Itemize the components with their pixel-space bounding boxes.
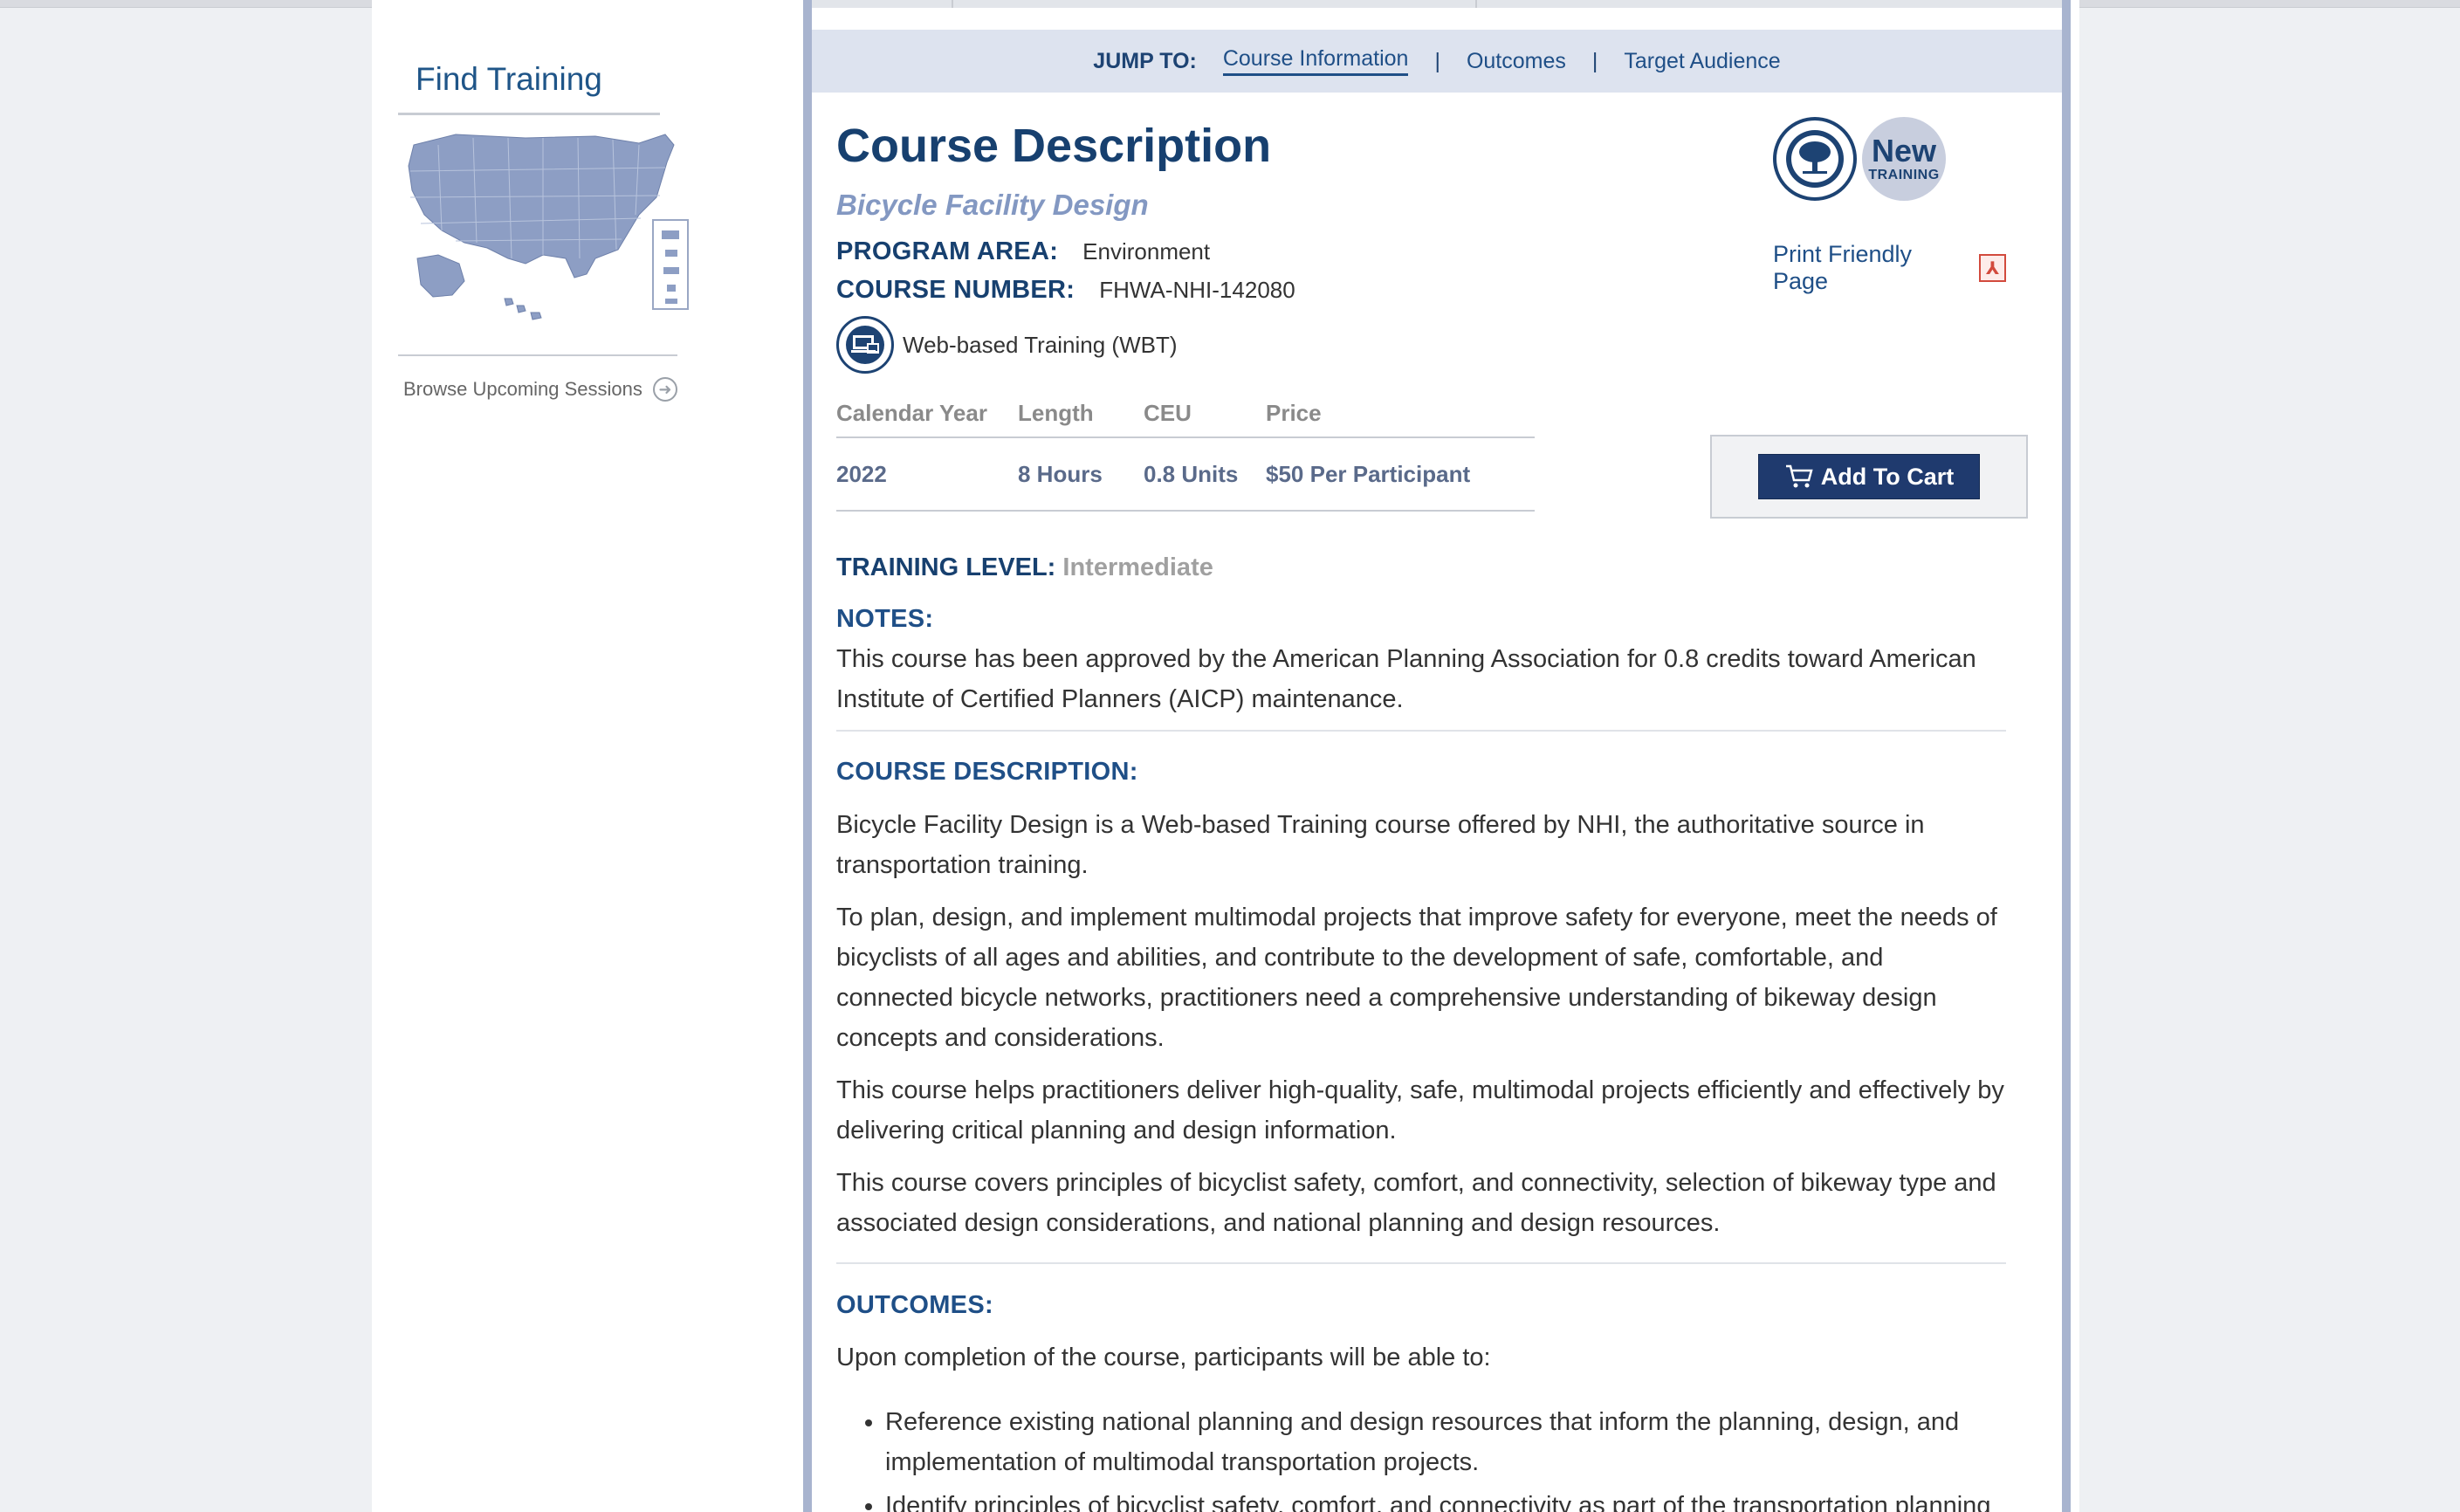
description-paragraph: This course covers principles of bicycli… xyxy=(836,1169,1996,1237)
print-friendly-page-link[interactable]: Print Friendly Page ⅄ xyxy=(1773,241,2006,295)
sidebar-divider xyxy=(398,113,660,115)
delivery-label: Web-based Training (WBT) xyxy=(903,331,1178,358)
list-item: Identify principles of bicyclist safety,… xyxy=(885,1486,2006,1512)
notes-heading: NOTES: xyxy=(836,605,934,633)
page-container: Find Training Browse Upcoming Sessions ➜… xyxy=(372,0,2079,1512)
col-length: Length xyxy=(1018,400,1094,426)
description-paragraph: To plan, design, and implement multimoda… xyxy=(836,904,1997,1052)
main-panel: JUMP TO: Course Information | Outcomes |… xyxy=(803,0,2071,1512)
jump-to-bar: JUMP TO: Course Information | Outcomes |… xyxy=(812,30,2062,93)
sidebar-divider xyxy=(398,354,677,356)
cell-ceu: 0.8 Units xyxy=(1144,460,1239,487)
find-training-title[interactable]: Find Training xyxy=(416,61,602,98)
program-area-row: PROGRAM AREA: Environment xyxy=(836,237,1210,266)
browse-upcoming-sessions-link[interactable]: Browse Upcoming Sessions ➜ xyxy=(403,375,677,403)
course-description-heading: COURSE DESCRIPTION: xyxy=(836,758,1138,786)
web-training-icon xyxy=(836,316,894,374)
badge-group: New TRAINING xyxy=(1773,117,1946,201)
course-subtitle: Bicycle Facility Design xyxy=(836,189,1149,221)
cell-length: 8 Hours xyxy=(1018,460,1103,487)
cell-price: $50 Per Participant xyxy=(1266,460,1471,487)
col-ceu: CEU xyxy=(1144,400,1192,426)
col-price: Price xyxy=(1266,400,1322,426)
page-title: Course Description xyxy=(836,120,1272,172)
outcomes-intro: Upon completion of the course, participa… xyxy=(836,1344,1491,1371)
col-calendar-year: Calendar Year xyxy=(836,400,987,426)
notes-text: This course has been approved by the Ame… xyxy=(836,645,1976,713)
table-row: 2022 8 Hours 0.8 Units $50 Per Participa… xyxy=(836,438,1535,512)
arrow-right-circle-icon: ➜ xyxy=(652,377,677,402)
browse-link-label: Browse Upcoming Sessions xyxy=(403,378,642,400)
cart-box: Add To Cart xyxy=(1710,435,2028,519)
program-area-label: PROGRAM AREA: xyxy=(836,237,1059,265)
delivery-type: Web-based Training (WBT) xyxy=(836,316,1178,374)
jump-link-course-information[interactable]: Course Information xyxy=(1222,46,1409,76)
course-number-label: COURSE NUMBER: xyxy=(836,276,1075,304)
schedule-table: Calendar Year Length CEU Price 2022 8 Ho… xyxy=(836,400,1535,512)
cell-year: 2022 xyxy=(836,460,887,487)
add-to-cart-button[interactable]: Add To Cart xyxy=(1758,454,1980,499)
us-map-icon[interactable] xyxy=(403,127,691,325)
section-divider xyxy=(836,1262,2006,1264)
add-to-cart-label: Add To Cart xyxy=(1820,463,1955,490)
training-level: TRAINING LEVEL: Intermediate xyxy=(836,553,1213,582)
training-level-value: Intermediate xyxy=(1062,553,1213,581)
main-top-line xyxy=(812,0,2062,8)
jump-link-target-audience[interactable]: Target Audience xyxy=(1624,49,1780,74)
jump-separator: | xyxy=(1434,48,1440,73)
jump-separator: | xyxy=(1591,48,1598,73)
jump-link-outcomes[interactable]: Outcomes xyxy=(1467,49,1566,74)
program-area-value: Environment xyxy=(1082,238,1211,265)
description-paragraph: Bicycle Facility Design is a Web-based T… xyxy=(836,811,1925,879)
course-number-value: FHWA-NHI-142080 xyxy=(1099,277,1295,303)
left-sidebar: Find Training Browse Upcoming Sessions ➜ xyxy=(372,0,689,1512)
strip-tick xyxy=(1475,0,1477,8)
new-badge-line1: New xyxy=(1871,133,1937,168)
training-level-label: TRAINING LEVEL: xyxy=(836,553,1056,581)
new-badge-line2: TRAINING xyxy=(1868,168,1940,182)
print-link-label: Print Friendly Page xyxy=(1773,241,1913,294)
new-training-badge: New TRAINING xyxy=(1862,117,1946,201)
cart-icon xyxy=(1785,464,1813,488)
jump-to-label: JUMP TO: xyxy=(1093,48,1197,73)
schedule-header-row: Calendar Year Length CEU Price xyxy=(836,400,1535,438)
outcomes-heading: OUTCOMES: xyxy=(836,1291,993,1319)
course-number-row: COURSE NUMBER: FHWA-NHI-142080 xyxy=(836,276,1295,305)
strip-tick xyxy=(952,0,953,8)
pdf-icon: ⅄ xyxy=(1979,254,2006,282)
section-divider xyxy=(836,730,2006,732)
list-item: Reference existing national planning and… xyxy=(885,1402,2006,1482)
tree-seal-icon xyxy=(1773,117,1857,201)
description-paragraph: This course helps practitioners deliver … xyxy=(836,1076,2004,1144)
outcomes-list: Reference existing national planning and… xyxy=(885,1402,2006,1512)
